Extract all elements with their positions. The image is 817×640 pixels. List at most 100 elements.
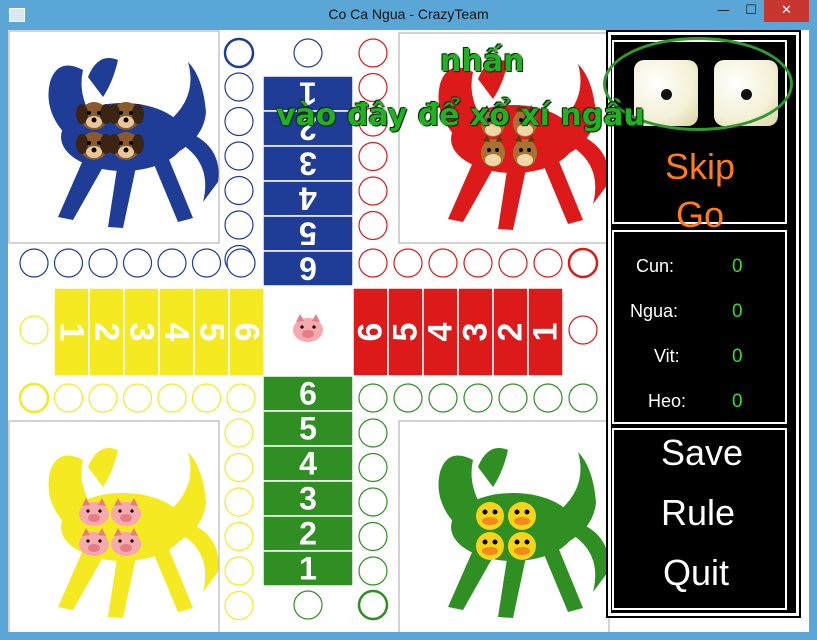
home-number-green: 4 <box>299 446 317 482</box>
duck-eye <box>482 539 488 545</box>
duck-piece <box>476 532 504 560</box>
duck-beak <box>514 547 530 555</box>
track-cell-blue <box>226 248 256 278</box>
dog-eye <box>119 141 123 145</box>
start-cell-red <box>567 247 599 279</box>
track-cell-yellow <box>88 383 118 413</box>
home-number-blue: 4 <box>299 181 317 217</box>
score-label-vit: Vit: <box>654 346 680 366</box>
dog-eye <box>129 111 133 115</box>
track-cell-red <box>358 176 388 206</box>
pig-snout <box>88 514 100 522</box>
track-cell-red <box>358 38 388 68</box>
track-cell-red <box>393 248 423 278</box>
track-cell-blue <box>191 248 222 278</box>
home-number-red: 1 <box>527 323 565 342</box>
duck-beak <box>514 517 530 525</box>
duck-face <box>508 532 536 560</box>
pig-eye <box>118 509 122 513</box>
track-cell-red <box>358 141 388 172</box>
dog-nose <box>91 117 97 123</box>
duck-face <box>476 532 504 560</box>
pig-eye <box>86 539 90 543</box>
track-cell-blue <box>53 248 84 278</box>
pig-snout <box>120 544 132 552</box>
track-cell-blue <box>157 248 187 278</box>
track-cell-red <box>533 248 563 278</box>
track-cell-green <box>568 383 598 413</box>
skip-button[interactable]: Skip <box>640 146 760 188</box>
dog-eye <box>119 111 123 115</box>
pig-eye <box>98 509 102 513</box>
pig-eye <box>312 325 316 329</box>
horse-eye <box>527 148 531 152</box>
track-cell-yellow <box>224 487 254 517</box>
home-number-yellow: 6 <box>228 323 266 342</box>
rule-button[interactable]: Rule <box>628 492 768 534</box>
dog-nose <box>123 117 129 123</box>
start-cell-green <box>357 589 389 621</box>
track-cell-green <box>358 521 388 552</box>
score-label-heo: Heo: <box>648 391 687 411</box>
horse-piece <box>481 135 505 167</box>
track-cell-blue <box>293 38 323 68</box>
horse-eye <box>519 148 523 152</box>
horse-eye <box>495 148 499 152</box>
start-cell-yellow <box>18 382 50 414</box>
close-button[interactable]: ✕ <box>764 0 809 22</box>
duck-eye <box>482 509 488 515</box>
save-button[interactable]: Save <box>632 432 772 474</box>
track-cell-blue <box>88 248 118 278</box>
pig-piece <box>293 314 323 342</box>
minimize-button[interactable]: — <box>710 0 737 22</box>
pig-eye <box>86 509 90 513</box>
pig-snout <box>302 330 314 338</box>
home-number-green: 1 <box>299 551 317 587</box>
home-number-blue: 3 <box>299 146 317 182</box>
title-bar: Co Ca Ngua - CrazyTeam — ☐ ✕ <box>0 0 817 30</box>
score-board: Cun: 0 Ngua: 0 Vit: 0 Heo: 0 <box>612 230 787 424</box>
track-cell-yellow <box>157 383 187 413</box>
menu-area: Save Rule Quit <box>612 428 787 610</box>
track-cell-green <box>293 590 323 620</box>
quit-button[interactable]: Quit <box>626 552 766 594</box>
dog-eye <box>97 141 101 145</box>
track-cell-green <box>393 383 423 413</box>
track-cell-green <box>358 383 388 413</box>
pig-ear <box>312 314 320 322</box>
duck-eye <box>524 509 530 515</box>
home-number-green: 3 <box>299 481 317 517</box>
track-cell-blue <box>122 248 153 278</box>
track-cell-red <box>498 248 528 278</box>
roll-hint-line2: vào đây để xổ xí ngầu <box>276 98 645 133</box>
dog-nose <box>91 147 97 153</box>
track-cell-green <box>463 383 493 413</box>
track-cell-yellow <box>224 418 254 448</box>
track-cell-red <box>463 248 493 278</box>
home-number-red: 6 <box>352 323 390 342</box>
start-cell-blue <box>223 37 255 69</box>
duck-eye <box>524 539 530 545</box>
duck-beak <box>482 517 498 525</box>
track-cell-yellow <box>224 556 254 586</box>
home-number-yellow: 3 <box>123 323 161 342</box>
track-cell-blue <box>19 248 49 278</box>
track-cell-green <box>358 487 388 517</box>
maximize-button[interactable]: ☐ <box>738 0 764 22</box>
pig-eye <box>130 539 134 543</box>
track-cell-yellow <box>19 315 49 345</box>
duck-eye <box>514 539 520 545</box>
dog-eye <box>97 111 101 115</box>
duck-eye <box>514 509 520 515</box>
track-cell-blue <box>224 106 254 137</box>
dog-eye <box>87 111 91 115</box>
track-cell-yellow <box>122 383 153 413</box>
dog-nose <box>123 147 129 153</box>
track-cell-blue <box>224 210 254 240</box>
track-cell-blue <box>224 175 254 206</box>
horse-piece <box>513 135 537 167</box>
dog-eye <box>129 141 133 145</box>
duck-eye <box>492 509 498 515</box>
pig-eye <box>130 509 134 513</box>
track-cell-yellow <box>224 521 254 552</box>
